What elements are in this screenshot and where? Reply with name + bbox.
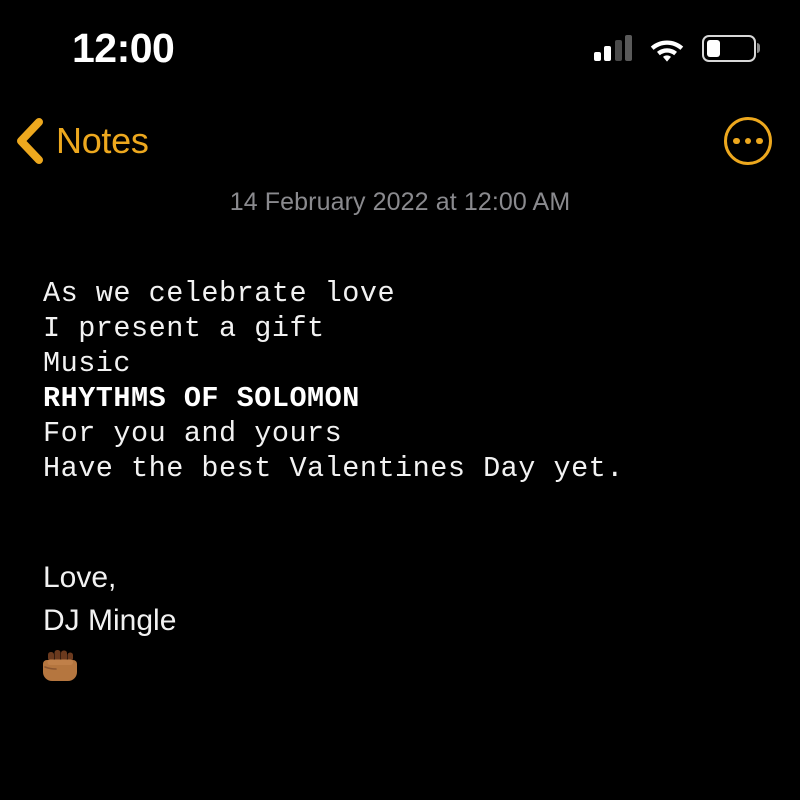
chevron-left-icon[interactable] [12,118,46,164]
status-bar-clock: 12:00 [72,24,175,71]
more-dot-1 [733,137,740,145]
signature-line: Love, [43,561,117,594]
more-dot-2 [744,137,752,145]
cellular-signal-icon [593,35,632,61]
note-signature[interactable]: Love, DJ Mingle [43,556,773,682]
note-line-emphasis: RHYTHMS OF SOLOMON [43,382,360,415]
note-line: I present a gift [43,312,325,345]
note-line: Have the best Valentines Day yet. [43,452,624,485]
wifi-icon [650,40,684,62]
battery-fill [707,39,720,57]
notes-app-screen: 12:00 Notes 14 February 2022 at 12:00 AM… [0,0,800,800]
more-dot-3 [756,137,763,145]
raised-fist-icon [43,650,77,681]
status-bar: 12:00 [0,0,800,96]
battery-nub [756,43,760,53]
back-to-notes-button[interactable]: Notes [12,118,149,164]
back-button-label: Notes [56,120,149,161]
note-line: Music [43,347,132,380]
battery-icon [702,34,760,62]
note-line: As we celebrate love [43,277,396,310]
navigation-bar: Notes [0,106,800,176]
signature-line: DJ Mingle [43,604,177,637]
note-body-text[interactable]: As we celebrate love I present a gift Mu… [43,276,773,486]
status-bar-indicators [593,34,760,62]
more-options-icon[interactable] [724,117,772,165]
note-line: For you and yours [43,417,343,450]
note-timestamp: 14 February 2022 at 12:00 AM [229,188,571,216]
